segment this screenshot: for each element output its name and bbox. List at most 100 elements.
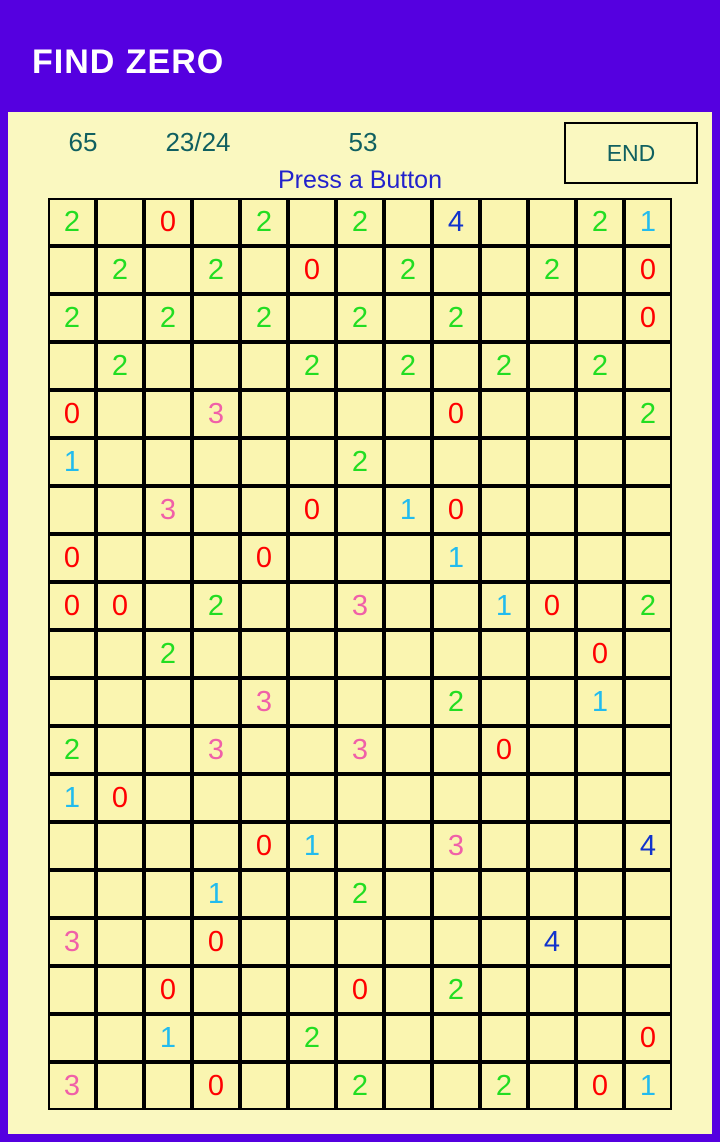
grid-cell[interactable] — [288, 438, 336, 486]
grid-cell[interactable] — [144, 822, 192, 870]
grid-cell[interactable]: 0 — [576, 1062, 624, 1110]
grid-cell[interactable] — [288, 870, 336, 918]
grid-cell[interactable]: 2 — [432, 966, 480, 1014]
grid-cell[interactable]: 2 — [336, 198, 384, 246]
grid-cell[interactable]: 2 — [528, 246, 576, 294]
grid-cell[interactable] — [288, 918, 336, 966]
grid-cell[interactable]: 0 — [288, 486, 336, 534]
grid-cell[interactable] — [480, 294, 528, 342]
grid-cell[interactable] — [288, 966, 336, 1014]
grid-cell[interactable] — [144, 726, 192, 774]
grid-cell[interactable] — [528, 294, 576, 342]
grid-cell[interactable] — [96, 630, 144, 678]
grid-cell[interactable]: 2 — [576, 198, 624, 246]
grid-cell[interactable]: 2 — [48, 726, 96, 774]
grid-cell[interactable] — [240, 582, 288, 630]
grid-cell[interactable] — [528, 342, 576, 390]
grid-cell[interactable] — [432, 918, 480, 966]
grid-cell[interactable] — [528, 1062, 576, 1110]
grid-cell[interactable] — [480, 390, 528, 438]
grid-cell[interactable] — [384, 198, 432, 246]
grid-cell[interactable] — [240, 966, 288, 1014]
grid-cell[interactable] — [576, 918, 624, 966]
grid-cell[interactable] — [576, 294, 624, 342]
grid-cell[interactable]: 0 — [432, 390, 480, 438]
grid-cell[interactable] — [336, 246, 384, 294]
grid-cell[interactable] — [480, 966, 528, 1014]
grid-cell[interactable] — [144, 870, 192, 918]
grid-cell[interactable] — [240, 438, 288, 486]
grid-cell[interactable]: 3 — [192, 726, 240, 774]
grid-cell[interactable] — [432, 342, 480, 390]
grid-cell[interactable]: 2 — [288, 1014, 336, 1062]
grid-cell[interactable] — [48, 342, 96, 390]
grid-cell[interactable] — [240, 918, 288, 966]
grid-cell[interactable] — [528, 678, 576, 726]
grid-cell[interactable]: 0 — [528, 582, 576, 630]
grid-cell[interactable] — [96, 1014, 144, 1062]
grid-cell[interactable] — [432, 1014, 480, 1062]
grid-cell[interactable]: 1 — [624, 1062, 672, 1110]
grid-cell[interactable] — [528, 438, 576, 486]
grid-cell[interactable] — [192, 534, 240, 582]
grid-cell[interactable] — [48, 678, 96, 726]
grid-cell[interactable] — [192, 486, 240, 534]
grid-cell[interactable] — [288, 294, 336, 342]
grid-cell[interactable] — [336, 486, 384, 534]
grid-cell[interactable]: 1 — [192, 870, 240, 918]
grid-cell[interactable] — [336, 534, 384, 582]
grid-cell[interactable] — [288, 390, 336, 438]
grid-cell[interactable]: 0 — [240, 822, 288, 870]
grid-cell[interactable]: 2 — [96, 246, 144, 294]
grid-cell[interactable] — [384, 630, 432, 678]
grid-cell[interactable] — [240, 1014, 288, 1062]
grid-cell[interactable]: 3 — [144, 486, 192, 534]
grid-cell[interactable] — [384, 1014, 432, 1062]
grid-cell[interactable] — [480, 678, 528, 726]
grid-cell[interactable]: 0 — [624, 1014, 672, 1062]
grid-cell[interactable] — [144, 390, 192, 438]
grid-cell[interactable] — [576, 438, 624, 486]
grid-cell[interactable] — [192, 342, 240, 390]
game-grid[interactable]: 2022421220220222220222220302123010001002… — [48, 198, 672, 1110]
grid-cell[interactable]: 2 — [384, 246, 432, 294]
grid-cell[interactable]: 3 — [48, 918, 96, 966]
grid-cell[interactable] — [528, 822, 576, 870]
grid-cell[interactable] — [288, 582, 336, 630]
grid-cell[interactable] — [384, 582, 432, 630]
grid-cell[interactable]: 1 — [480, 582, 528, 630]
grid-cell[interactable]: 2 — [432, 678, 480, 726]
grid-cell[interactable]: 4 — [624, 822, 672, 870]
grid-cell[interactable] — [432, 726, 480, 774]
grid-cell[interactable] — [528, 390, 576, 438]
grid-cell[interactable] — [48, 822, 96, 870]
grid-cell[interactable] — [336, 630, 384, 678]
grid-cell[interactable]: 2 — [480, 1062, 528, 1110]
grid-cell[interactable]: 2 — [576, 342, 624, 390]
grid-cell[interactable]: 2 — [144, 294, 192, 342]
grid-cell[interactable] — [576, 966, 624, 1014]
grid-cell[interactable] — [624, 630, 672, 678]
grid-cell[interactable]: 2 — [624, 390, 672, 438]
grid-cell[interactable] — [144, 246, 192, 294]
grid-cell[interactable] — [432, 438, 480, 486]
grid-cell[interactable] — [576, 534, 624, 582]
grid-cell[interactable]: 2 — [336, 438, 384, 486]
grid-cell[interactable] — [528, 198, 576, 246]
grid-cell[interactable] — [96, 678, 144, 726]
grid-cell[interactable] — [336, 678, 384, 726]
grid-cell[interactable]: 0 — [576, 630, 624, 678]
grid-cell[interactable] — [288, 198, 336, 246]
grid-cell[interactable]: 2 — [384, 342, 432, 390]
grid-cell[interactable]: 1 — [48, 438, 96, 486]
grid-cell[interactable] — [192, 1014, 240, 1062]
grid-cell[interactable] — [288, 726, 336, 774]
grid-cell[interactable] — [528, 774, 576, 822]
grid-cell[interactable] — [144, 582, 192, 630]
grid-cell[interactable] — [480, 1014, 528, 1062]
grid-cell[interactable] — [48, 246, 96, 294]
grid-cell[interactable] — [480, 918, 528, 966]
grid-cell[interactable] — [96, 294, 144, 342]
grid-cell[interactable] — [480, 438, 528, 486]
grid-cell[interactable] — [192, 678, 240, 726]
